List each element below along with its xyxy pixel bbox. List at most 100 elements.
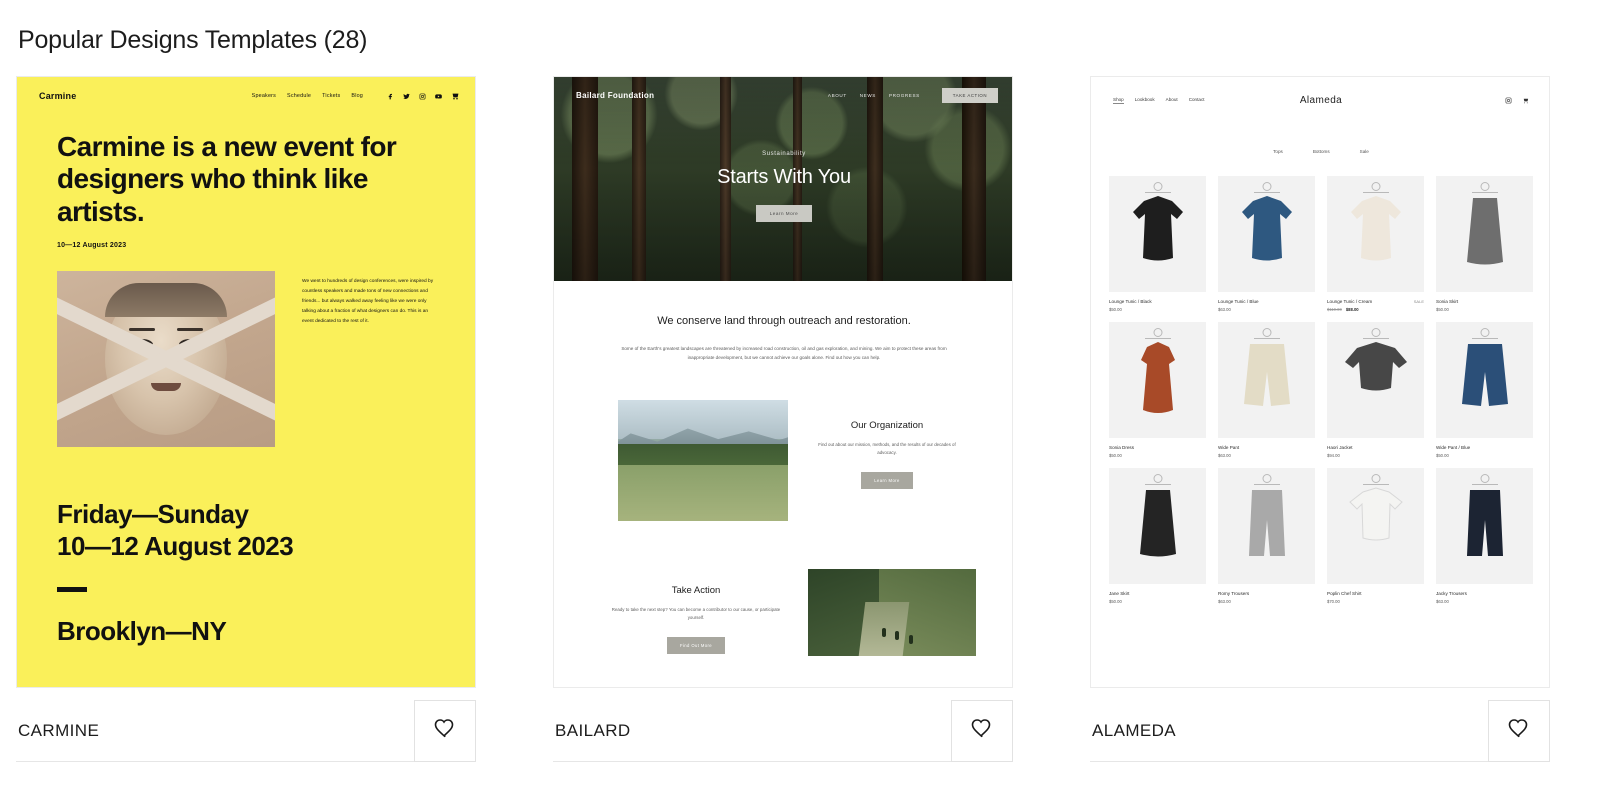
alameda-filter-tops[interactable]: Tops <box>1273 149 1283 154</box>
carmine-nav-schedule[interactable]: Schedule <box>287 93 311 99</box>
garment-illustration <box>1127 192 1189 269</box>
product-price: $63.00 <box>1218 453 1231 458</box>
product-price: $50.00 <box>1109 599 1122 604</box>
bailard-section3-body: Ready to take the next step? You can bec… <box>611 606 781 621</box>
product-tile[interactable]: Sonia Dress $50.00 <box>1109 322 1206 458</box>
garment-illustration <box>1132 484 1184 563</box>
template-preview-alameda[interactable]: Shop Lookbook About Contact Alameda Tops <box>1090 76 1550 688</box>
alameda-brand: Alameda <box>1299 95 1343 106</box>
product-image[interactable] <box>1109 468 1206 584</box>
alameda-filter-tabs: Tops Bottoms Sale <box>1109 149 1533 154</box>
cart-icon[interactable] <box>451 92 459 100</box>
favorite-button-alameda[interactable] <box>1488 699 1550 762</box>
garment-illustration <box>1343 338 1409 399</box>
bailard-nav-links: About News Progress Take Action <box>828 88 998 103</box>
product-image[interactable] <box>1109 322 1206 438</box>
carmine-body-text: We went to hundreds of design conference… <box>302 279 434 324</box>
product-tile[interactable]: Sonia Skirt $50.00 <box>1436 176 1533 312</box>
bailard-section1-title: We conserve land through outreach and re… <box>657 315 911 327</box>
product-tile[interactable]: Lounge Tunic / Black $50.00 <box>1109 176 1206 312</box>
bailard-hero-title: Starts With You <box>717 166 851 188</box>
product-name: Lounge Tunic / Blue <box>1218 299 1259 304</box>
card-title-carmine: CARMINE <box>18 720 100 740</box>
favorite-button-carmine[interactable] <box>414 699 476 762</box>
facebook-icon[interactable] <box>387 93 394 100</box>
product-tile[interactable]: Haori Jacket $94.00 <box>1327 322 1424 458</box>
product-image[interactable] <box>1218 468 1315 584</box>
product-image[interactable] <box>1109 176 1206 292</box>
garment-illustration <box>1458 338 1512 415</box>
carmine-nav-blog[interactable]: Blog <box>351 93 363 99</box>
carmine-bottom-line3: Brooklyn—NY <box>57 615 227 646</box>
carmine-divider-dash <box>57 586 87 592</box>
alameda-filter-sale[interactable]: Sale <box>1360 149 1369 154</box>
bailard-nav-about[interactable]: About <box>828 93 847 98</box>
bailard-take-action-button[interactable]: Take Action <box>941 88 998 103</box>
carmine-nav-tickets[interactable]: Tickets <box>322 93 340 99</box>
product-image[interactable] <box>1436 322 1533 438</box>
template-card-bailard[interactable]: Bailard Foundation About News Progress T… <box>553 76 1013 762</box>
product-name: Lounge Tunic / Black <box>1109 299 1152 304</box>
alameda-product-grid: Lounge Tunic / Black $50.00 Lounge Tunic /… <box>1109 176 1533 604</box>
card-footer-bailard: BAILARD <box>553 699 1013 762</box>
twitter-icon[interactable] <box>403 93 410 100</box>
product-price: $110.00 $88.00 <box>1327 307 1424 312</box>
bailard-section2-title: Our Organization <box>850 419 924 431</box>
favorite-button-bailard[interactable] <box>951 699 1013 762</box>
product-tile[interactable]: Poplin Chef Shirt $70.00 <box>1327 468 1424 604</box>
card-title-alameda: ALAMEDA <box>1092 720 1177 740</box>
garment-illustration <box>1129 338 1187 423</box>
card-footer-carmine: CARMINE <box>16 699 476 762</box>
bailard-nav-news[interactable]: News <box>860 93 876 98</box>
carmine-nav-speakers[interactable]: Speakers <box>252 93 276 99</box>
carmine-bottom-line1: Friday—Sunday <box>57 499 249 530</box>
template-card-carmine[interactable]: Carmine Speakers Schedule Tickets Blog C… <box>16 76 476 762</box>
template-preview-bailard[interactable]: Bailard Foundation About News Progress T… <box>553 76 1013 688</box>
product-name: Jacky Trousers <box>1436 591 1467 596</box>
bailard-section3-find-out-more-button[interactable]: Find Out More <box>667 636 725 654</box>
product-tile[interactable]: Romy Trousers $63.00 <box>1218 468 1315 604</box>
alameda-navbar: Shop Lookbook About Contact Alameda <box>1109 77 1533 106</box>
product-tile[interactable]: Jane Skirt $50.00 <box>1109 468 1206 604</box>
templates-gallery-page: Popular Designs Templates (28) Carmine S… <box>0 0 1600 792</box>
product-name: Jane Skirt <box>1109 591 1130 596</box>
instagram-icon[interactable] <box>419 93 426 100</box>
product-tile[interactable]: Lounge Tunic / Blue $63.00 <box>1218 176 1315 312</box>
carmine-artwork-image <box>57 271 275 448</box>
product-image[interactable] <box>1327 176 1424 292</box>
product-name: Lounge Tunic / Cream SALE <box>1327 299 1424 304</box>
product-image[interactable] <box>1218 176 1315 292</box>
garment-illustration <box>1240 338 1294 415</box>
youtube-icon[interactable] <box>435 93 442 100</box>
product-tile[interactable]: Jacky Trousers $63.00 <box>1436 468 1533 604</box>
bailard-hero-text: Sustainability Starts With You Learn Mor… <box>554 151 1012 222</box>
product-image[interactable] <box>1436 468 1533 584</box>
garment-illustration <box>1345 484 1407 549</box>
heart-icon <box>1507 716 1531 745</box>
bailard-section3-title: Take Action <box>671 584 721 596</box>
bailard-hero: Bailard Foundation About News Progress T… <box>554 77 1012 281</box>
product-tile[interactable]: Wide Pant / Blue $50.00 <box>1436 322 1533 458</box>
bailard-section2-learn-more-button[interactable]: Learn More <box>861 471 913 489</box>
product-image[interactable] <box>1327 322 1424 438</box>
product-tile[interactable]: Wide Pant $63.00 <box>1218 322 1315 458</box>
product-tile[interactable]: Lounge Tunic / Cream SALE $110.00 $88.00 <box>1327 176 1424 312</box>
bailard-nav-progress[interactable]: Progress <box>889 93 920 98</box>
product-image[interactable] <box>1327 468 1424 584</box>
product-price: $63.00 <box>1218 307 1231 312</box>
product-image[interactable] <box>1218 322 1315 438</box>
template-preview-carmine[interactable]: Carmine Speakers Schedule Tickets Blog C… <box>16 76 476 688</box>
template-card-grid: Carmine Speakers Schedule Tickets Blog C… <box>16 76 1550 762</box>
bailard-hikers-photo <box>808 568 976 656</box>
template-card-alameda[interactable]: Shop Lookbook About Contact Alameda Tops <box>1090 76 1550 762</box>
product-name: Sonia Skirt <box>1436 299 1459 304</box>
alameda-filter-bottoms[interactable]: Bottoms <box>1313 149 1330 154</box>
product-image[interactable] <box>1436 176 1533 292</box>
garment-illustration <box>1345 192 1407 269</box>
garment-illustration <box>1236 192 1298 269</box>
product-sale-price: $88.00 <box>1345 307 1359 312</box>
bailard-logo: Bailard Foundation <box>576 91 655 100</box>
carmine-bottom-line2: 10—12 August 2023 <box>57 531 294 562</box>
carmine-date-small: 10—12 August 2023 <box>57 242 127 250</box>
bailard-hero-learn-more-button[interactable]: Learn More <box>755 205 813 222</box>
